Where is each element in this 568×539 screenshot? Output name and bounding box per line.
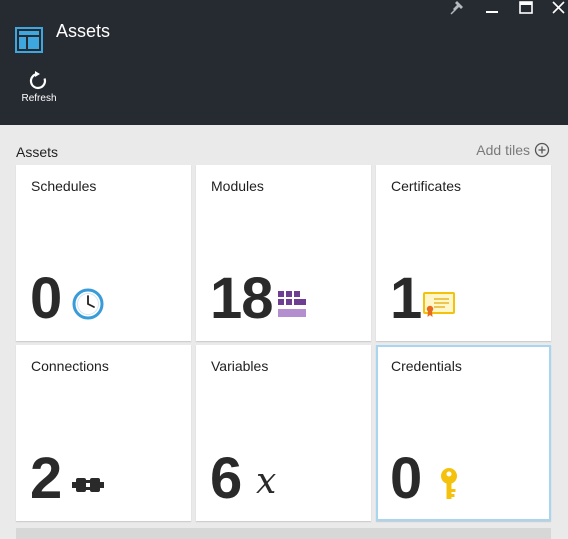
tile-count: 6 [210, 446, 242, 511]
tile-credentials[interactable]: Credentials 0 [376, 345, 551, 521]
tile-count: 1 [390, 266, 422, 331]
modules-grid-icon [278, 291, 306, 322]
add-tiles-button[interactable]: Add tiles [476, 142, 550, 158]
tile-label: Schedules [31, 178, 97, 194]
tile-schedules[interactable]: Schedules 0 [16, 165, 191, 341]
add-tile-strip[interactable] [16, 528, 551, 539]
plus-circle-icon [534, 142, 550, 158]
maximize-icon[interactable] [514, 0, 538, 16]
tile-count: 0 [390, 446, 422, 511]
pin-icon[interactable] [446, 0, 470, 16]
tile-count: 2 [30, 446, 62, 511]
blade-title: Assets [56, 21, 111, 41]
variable-x-icon: x [254, 461, 284, 504]
tile-certificates[interactable]: Certificates 1 [376, 165, 551, 341]
key-icon [438, 467, 460, 506]
svg-text:x: x [256, 463, 276, 499]
add-tiles-label: Add tiles [476, 142, 530, 158]
tile-variables[interactable]: Variables 6 x [196, 345, 371, 521]
refresh-icon [29, 70, 49, 92]
tile-modules[interactable]: Modules 18 [196, 165, 371, 341]
tile-count: 18 [210, 266, 274, 331]
tile-label: Modules [211, 178, 264, 194]
close-icon[interactable] [547, 0, 568, 16]
clock-icon [72, 288, 104, 325]
tile-label: Variables [211, 358, 269, 374]
refresh-button[interactable]: Refresh [18, 70, 60, 110]
tile-label: Connections [31, 358, 109, 374]
blade-content: Assets Add tiles Schedules 0 Modules 18 [0, 125, 568, 539]
refresh-label: Refresh [21, 93, 57, 104]
certificate-icon [423, 292, 455, 323]
tile-connections[interactable]: Connections 2 [16, 345, 191, 521]
tile-label: Certificates [391, 178, 462, 194]
section-title: Assets [16, 144, 59, 160]
blade-header: Assets Refresh [0, 0, 568, 125]
tile-label: Credentials [391, 358, 462, 374]
assets-app-icon [15, 27, 43, 53]
tile-count: 0 [30, 266, 62, 331]
connection-plug-icon [72, 476, 104, 499]
minimize-icon[interactable] [480, 0, 504, 16]
